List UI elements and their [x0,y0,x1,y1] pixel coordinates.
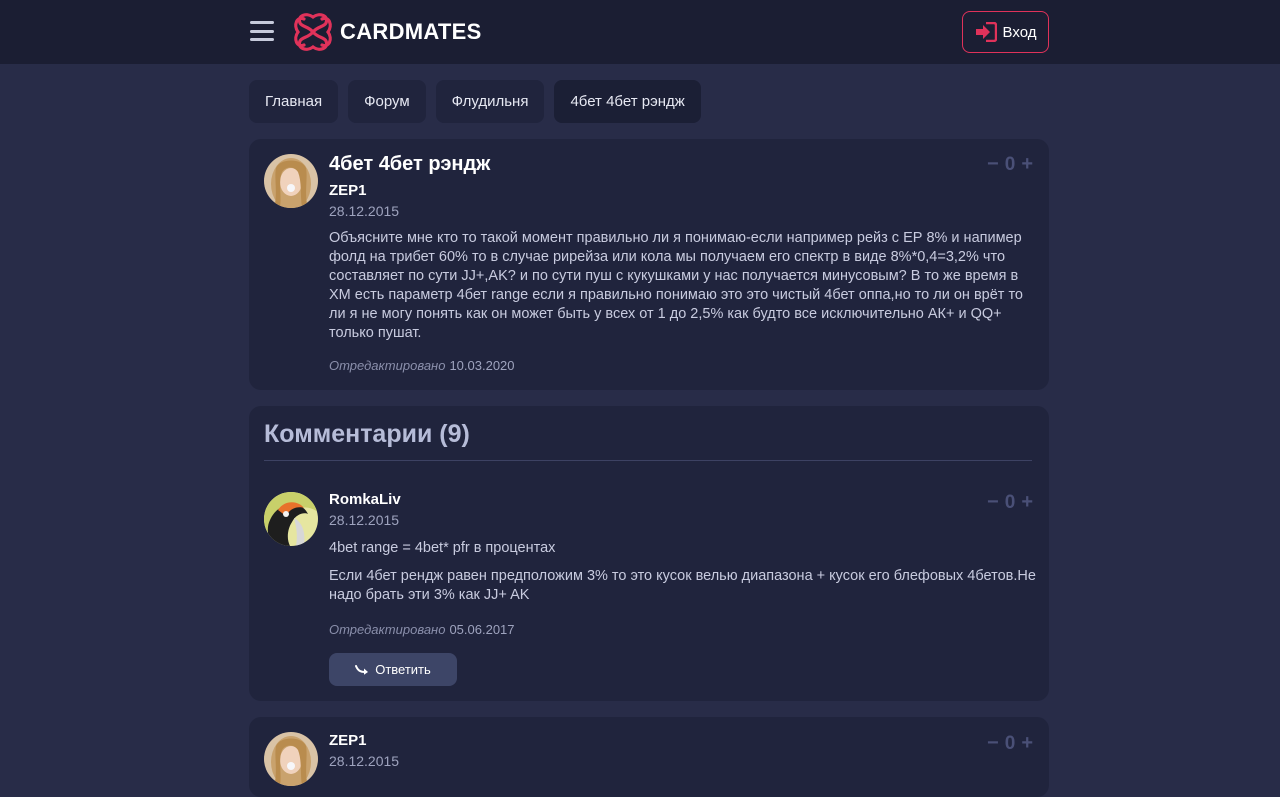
comment-text: 4bet range = 4bet* pfr в процентах [329,540,556,556]
reply-button[interactable]: Ответить [329,653,457,686]
post-vote: − 0 + [987,153,1033,176]
divider [264,460,1032,461]
breadcrumb-forum[interactable]: Форум [348,80,426,123]
login-label: Вход [1002,23,1037,41]
comment-author[interactable]: ZEP1 [329,732,367,749]
vote-up-button[interactable]: + [1021,732,1033,755]
avatar[interactable] [264,154,318,208]
reply-label: Ответить [375,662,431,677]
comment-text: Если 4бет рендж равен предположим 3% то … [329,568,1036,603]
comment-date: 28.12.2015 [329,753,400,769]
avatar[interactable] [264,492,318,546]
login-button[interactable]: Вход [962,11,1049,53]
vote-down-button[interactable]: − [987,153,999,176]
login-icon [975,22,997,42]
vote-down-button[interactable]: − [987,491,999,514]
post-date: 28.12.2015 [329,203,400,219]
comment-author[interactable]: RomkaLiv [329,491,401,508]
comment-date: 28.12.2015 [329,512,400,528]
menu-icon[interactable] [250,21,274,41]
vote-up-button[interactable]: + [1021,153,1033,176]
breadcrumb-flood[interactable]: Флудильня [435,80,545,123]
logo-text: CARDMATES [340,19,482,44]
comments-card: Комментарии (9) RomkaLiv 28.12.2015 4bet… [249,406,1049,701]
breadcrumb: Главная Форум Флудильня 4бет 4бет рэндж [249,80,701,123]
logo[interactable]: CARDMATES [292,11,482,53]
post-author[interactable]: ZEP1 [329,182,367,199]
reply-arrow-icon [355,664,369,675]
breadcrumb-current: 4бет 4бет рэндж [554,80,701,123]
vote-count: 0 [1004,732,1016,754]
comment-edited: Отредактировано 05.06.2017 [329,622,515,637]
edited-label: Отредактировано [329,358,446,373]
vote-up-button[interactable]: + [1021,491,1033,514]
cardmates-logo-icon [294,13,332,51]
breadcrumb-home[interactable]: Главная [249,80,339,123]
comment-card: ZEP1 28.12.2015 − 0 + [249,717,1049,797]
post-edited: Отредактировано 10.03.2020 [329,358,515,373]
comments-heading: Комментарии (9) [264,420,470,448]
top-navbar: CARDMATES Вход [0,0,1280,64]
edited-date: 05.06.2017 [449,622,515,637]
comment-vote: − 0 + [987,732,1033,755]
avatar[interactable] [264,732,318,786]
vote-count: 0 [1004,491,1016,513]
comment-vote: − 0 + [987,491,1033,514]
post-text: Объясните мне кто то такой момент правил… [329,230,1023,341]
vote-count: 0 [1004,153,1016,175]
edited-label: Отредактировано [329,622,446,637]
post-card: 4бет 4бет рэндж ZEP1 28.12.2015 Объяснит… [249,139,1049,390]
vote-down-button[interactable]: − [987,732,999,755]
post-title: 4бет 4бет рэндж [329,153,491,175]
edited-date: 10.03.2020 [449,358,515,373]
